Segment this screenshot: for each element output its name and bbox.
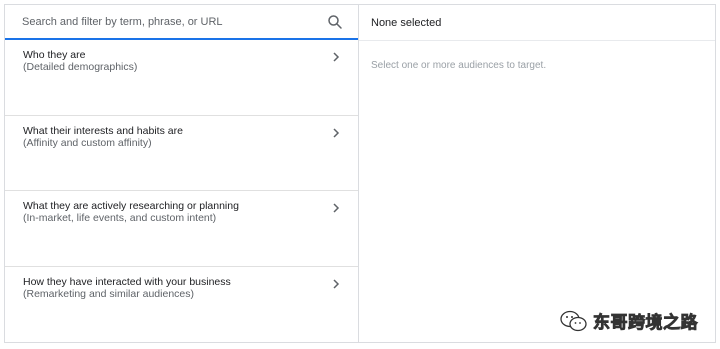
category-list: Who they are (Detailed demographics) Wha… xyxy=(5,40,358,342)
category-subtitle: (Detailed demographics) xyxy=(23,61,138,73)
chevron-right-icon[interactable] xyxy=(330,51,342,63)
category-title: What they are actively researching or pl… xyxy=(23,200,239,212)
category-in-market[interactable]: What they are actively researching or pl… xyxy=(5,191,358,267)
search-input[interactable] xyxy=(22,11,302,32)
category-affinity[interactable]: What their interests and habits are (Aff… xyxy=(5,116,358,191)
category-subtitle: (Affinity and custom affinity) xyxy=(23,136,152,149)
chevron-right-icon[interactable] xyxy=(330,202,342,214)
search-bar xyxy=(5,5,358,40)
category-subtitle: (Remarketing and similar audiences) xyxy=(23,287,194,300)
category-title: How they have interacted with your busin… xyxy=(23,275,231,288)
selection-header: None selected xyxy=(359,5,715,41)
chevron-right-icon[interactable] xyxy=(330,278,342,290)
watermark: 东哥跨境之路 xyxy=(559,308,698,333)
chevron-right-icon[interactable] xyxy=(330,127,342,139)
search-icon[interactable] xyxy=(326,13,344,31)
selection-panel: None selected Select one or more audienc… xyxy=(359,5,715,342)
category-detailed-demographics[interactable]: Who they are (Detailed demographics) xyxy=(5,40,358,116)
watermark-text: 东哥跨境之路 xyxy=(593,313,698,334)
category-title: Who they are xyxy=(23,49,86,61)
category-title: What their interests and habits are xyxy=(23,124,183,137)
wechat-icon xyxy=(560,310,587,331)
audience-picker: Who they are (Detailed demographics) Wha… xyxy=(4,4,716,343)
browse-panel: Who they are (Detailed demographics) Wha… xyxy=(5,5,359,342)
category-remarketing[interactable]: How they have interacted with your busin… xyxy=(5,267,358,343)
category-subtitle: (In-market, life events, and custom inte… xyxy=(23,212,217,224)
selection-hint: Select one or more audiences to target. xyxy=(371,60,547,71)
selection-body: Select one or more audiences to target. xyxy=(359,41,715,87)
